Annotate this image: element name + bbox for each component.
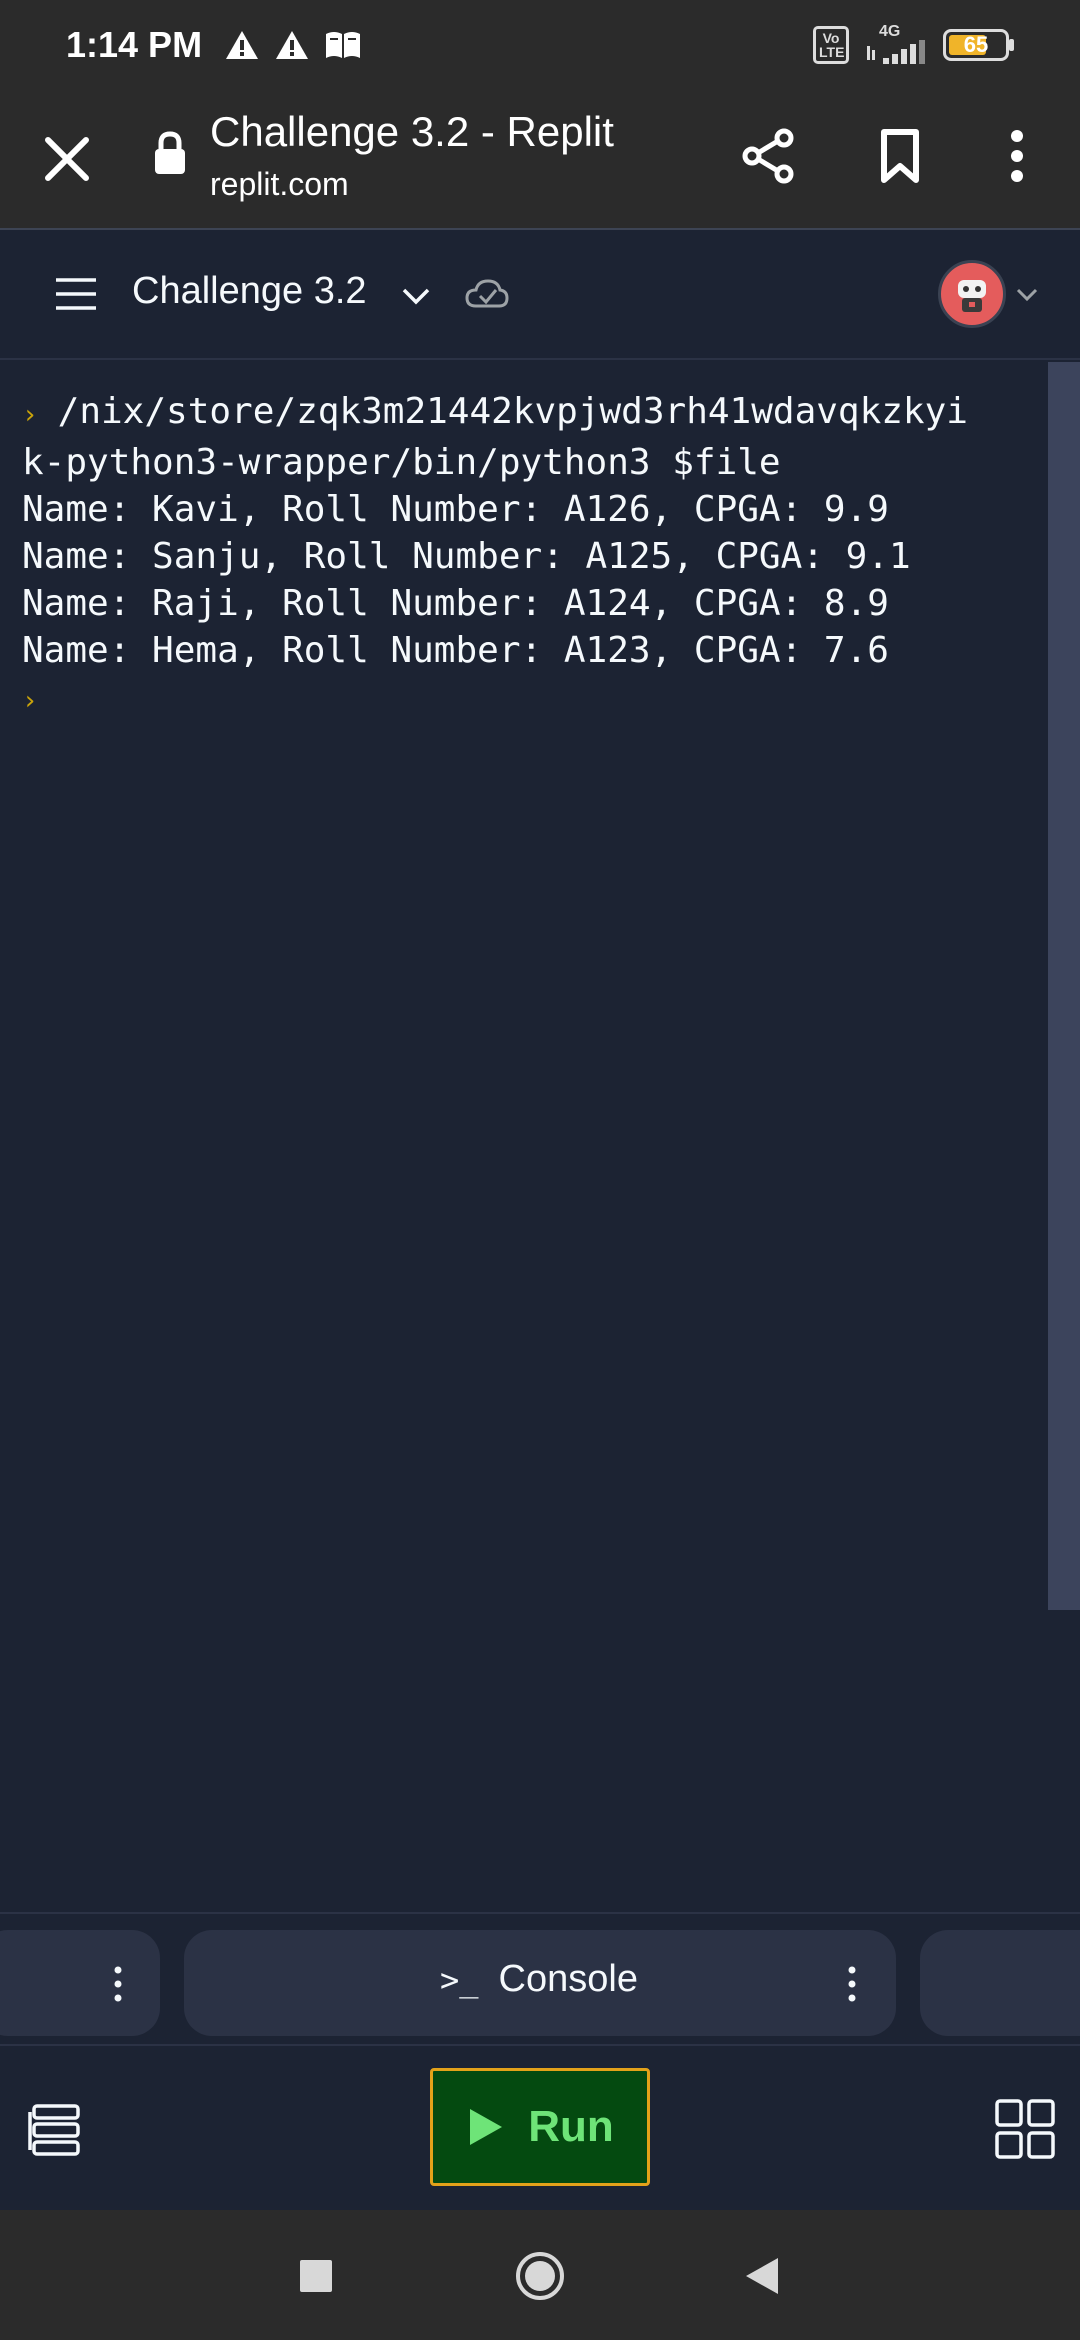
lock-icon xyxy=(155,131,185,174)
output-line: Name: Kavi, Roll Number: A126, CPGA: 9.9 xyxy=(22,489,889,530)
run-label: Run xyxy=(528,2102,614,2151)
layers-icon[interactable] xyxy=(26,2098,84,2158)
console-scrollbar[interactable] xyxy=(1048,362,1080,1610)
prompt-icon: › xyxy=(22,686,38,716)
close-icon[interactable] xyxy=(36,128,98,190)
output-line: Name: Raji, Roll Number: A124, CPGA: 8.9 xyxy=(22,583,889,624)
book-icon xyxy=(326,32,361,58)
network-type: 4G xyxy=(879,23,901,40)
command-line-continued: k-python3-wrapper/bin/python3 $file xyxy=(22,442,781,483)
home-button[interactable] xyxy=(514,2250,566,2302)
pane-tabs: >_ Console xyxy=(0,1912,1080,2046)
grid-icon[interactable] xyxy=(994,2098,1056,2160)
back-button[interactable] xyxy=(742,2254,782,2298)
chevron-down-icon[interactable] xyxy=(1012,280,1042,310)
command-text: /nix/store/zqk3m21442kvpjwd3rh41wdavqkzk… xyxy=(57,391,968,432)
pane-tab-previous[interactable] xyxy=(0,1930,160,2036)
page-url[interactable]: replit.com xyxy=(210,166,349,203)
battery-icon: 65 xyxy=(943,29,1014,61)
prompt-icon: › xyxy=(22,400,38,430)
volte-icon: Vo LTE xyxy=(813,26,849,64)
menu-icon[interactable] xyxy=(52,274,100,314)
tab-console[interactable]: >_ Console xyxy=(184,1930,896,2036)
pane-tab-next[interactable] xyxy=(920,1930,1080,2036)
browser-toolbar: Challenge 3.2 - Replit replit.com xyxy=(0,90,1080,230)
notification-icons xyxy=(224,29,362,61)
project-title[interactable]: Challenge 3.2 xyxy=(132,270,367,313)
recents-button[interactable] xyxy=(300,2260,332,2292)
console-output[interactable]: › /nix/store/zqk3m21442kvpjwd3rh41wdavqkz… xyxy=(0,362,1048,1912)
terminal-icon: >_ xyxy=(440,1960,479,1999)
page-title: Challenge 3.2 - Replit xyxy=(210,108,614,155)
share-icon[interactable] xyxy=(738,126,798,186)
system-icons: Vo LTE 4G 65 xyxy=(813,24,1014,66)
warning-icon xyxy=(276,31,309,59)
output-line: Name: Sanju, Roll Number: A125, CPGA: 9.… xyxy=(22,536,911,577)
more-vertical-icon[interactable] xyxy=(110,1964,126,2004)
system-nav-bar xyxy=(0,2210,1080,2340)
command-line: › /nix/store/zqk3m21442kvpjwd3rh41wdavqkz… xyxy=(22,388,1048,439)
more-vertical-icon[interactable] xyxy=(844,1964,860,2004)
status-bar: 1:14 PM Vo LTE 4G 65 xyxy=(0,0,1080,90)
signal-icon: 4G xyxy=(865,24,927,66)
status-time: 1:14 PM xyxy=(66,24,203,65)
robot-icon xyxy=(958,280,986,312)
bottom-toolbar: Run xyxy=(0,2046,1080,2210)
more-vertical-icon[interactable] xyxy=(990,126,1044,186)
tab-console-label: Console xyxy=(498,1958,638,2000)
warning-icon xyxy=(226,31,259,59)
bookmark-icon[interactable] xyxy=(870,126,930,186)
app-header: Challenge 3.2 xyxy=(0,230,1080,360)
battery-level: 65 xyxy=(963,32,989,57)
chevron-down-icon[interactable] xyxy=(398,278,434,314)
cloud-check-icon xyxy=(465,279,509,308)
output-line: Name: Hema, Roll Number: A123, CPGA: 7.6 xyxy=(22,630,889,671)
prompt-line[interactable]: › xyxy=(22,674,1048,725)
run-button[interactable]: Run xyxy=(430,2068,650,2186)
avatar[interactable] xyxy=(938,260,1006,328)
play-icon xyxy=(470,2109,503,2145)
